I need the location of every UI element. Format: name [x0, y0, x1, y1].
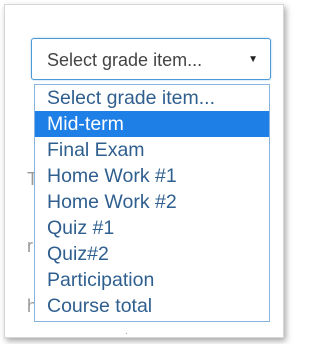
select-value: Select grade item... [47, 50, 203, 70]
grade-item-dropdown: Select grade item... Mid-term Final Exam… [34, 84, 270, 322]
dropdown-option[interactable]: Participation [35, 267, 269, 293]
dropdown-option[interactable]: Course total [35, 293, 269, 319]
dropdown-option[interactable]: Home Work #1 [35, 163, 269, 189]
chevron-down-icon: ▼ [248, 54, 258, 65]
dropdown-option-selected[interactable]: Mid-term [35, 111, 269, 137]
dropdown-option[interactable]: Quiz#2 [35, 241, 269, 267]
background-hint: r [27, 236, 33, 256]
dropdown-option[interactable]: Final Exam [35, 137, 269, 163]
dropdown-option[interactable]: Select grade item... [35, 85, 269, 111]
dropdown-option[interactable]: Home Work #2 [35, 189, 269, 215]
dropdown-option[interactable]: Quiz #1 [35, 215, 269, 241]
grade-item-select[interactable]: Select grade item... ▼ [31, 38, 271, 80]
background-hint: . [125, 326, 128, 337]
